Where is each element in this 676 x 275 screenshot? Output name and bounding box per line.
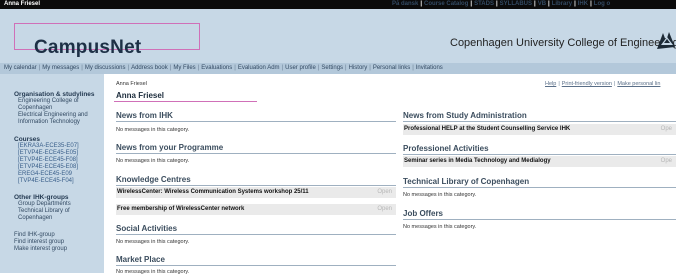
sidebar-course[interactable]: [ETVP4E-ECE45-E05]	[18, 150, 78, 157]
sidebar-org-title: Organisation & studylines	[14, 91, 95, 98]
top-link-logout[interactable]: Log o	[594, 1, 610, 7]
sidebar-course[interactable]: [TVP4E-ECE45-F04]	[18, 178, 74, 185]
section-title-study-admin: News from Study Administration	[403, 111, 527, 120]
sidebar-course[interactable]: EREG4-ECE45-E09	[18, 171, 72, 178]
main-content: Anna Friesel Anna Friesel Help | Print-fri…	[104, 74, 676, 275]
sidebar-org-link[interactable]: Information Technology	[18, 119, 80, 126]
nav-user-profile[interactable]: User profile	[285, 65, 316, 71]
section-divider	[116, 153, 396, 154]
sidebar-org-link[interactable]: Electrical Engineering and	[18, 112, 88, 119]
section-title-knowledge-centres: Knowledge Centres	[116, 175, 191, 184]
section-divider	[116, 234, 396, 235]
top-links: På dansk | Course Catalog | STADS | SYLLABUS | V…	[392, 0, 610, 9]
username: Anna Friesel	[4, 1, 41, 7]
empty-message: No messages in this category.	[116, 269, 190, 275]
top-link-ihk[interactable]: IHK	[578, 1, 588, 7]
section-divider	[116, 121, 396, 122]
empty-message: No messages in this category.	[116, 127, 190, 133]
item-title: WirelessCenter: Wireless Communication S…	[117, 189, 309, 195]
personal-nav: My calendar | My messages | My discussions | A…	[0, 63, 676, 74]
nav-settings[interactable]: Settings	[321, 65, 343, 71]
nav-my-files[interactable]: My Files	[173, 65, 195, 71]
empty-message: No messages in this category.	[403, 224, 477, 230]
empty-message: No messages in this category.	[116, 239, 190, 245]
item-title: Seminar series in Media Technology and M…	[404, 158, 551, 164]
list-item[interactable]: WirelessCenter: Wireless Communication S…	[116, 187, 396, 198]
sidebar-course[interactable]: [EKRA3A-ECE35-E07]	[18, 143, 79, 150]
nav-my-calendar[interactable]: My calendar	[4, 65, 37, 71]
top-bar: Anna Friesel På dansk | Course Catalog | STA…	[0, 0, 676, 9]
section-title-technical-library: Technical Library of Copenhagen	[403, 177, 530, 186]
item-status: Ope	[660, 158, 672, 164]
item-status: Ope	[660, 126, 672, 132]
nav-evaluation-adm[interactable]: Evaluation Adm	[238, 65, 280, 71]
item-title: Professional HELP at the Student Counsel…	[404, 126, 571, 132]
section-title-programme: News from your Programme	[116, 143, 224, 152]
nav-address-book[interactable]: Address book	[131, 65, 168, 71]
top-link-library[interactable]: Library	[552, 1, 572, 7]
sidebar-course[interactable]: [ETVP4E-ECE45-F08]	[18, 157, 78, 164]
empty-message: No messages in this category.	[403, 192, 477, 198]
sidebar-course[interactable]: [ETVP4E-ECE45-E08]	[18, 164, 78, 171]
item-title: Free membership of WirelessCenter networ…	[117, 206, 245, 212]
sidebar-groups-title: Other IHK-groups	[14, 194, 69, 201]
breadcrumb: Anna Friesel	[116, 81, 147, 87]
section-divider	[403, 187, 676, 188]
top-link-dansk[interactable]: På dansk	[392, 1, 418, 7]
section-title-market-place: Market Place	[116, 255, 165, 264]
help-link[interactable]: Help	[545, 81, 556, 87]
item-status: Open	[377, 189, 392, 195]
sidebar-org-link[interactable]: Engineering College of	[18, 98, 79, 105]
list-item[interactable]: Seminar series in Media Technology and M…	[403, 156, 676, 167]
section-divider	[403, 121, 676, 122]
nav-my-messages[interactable]: My messages	[42, 65, 79, 71]
list-item[interactable]: Free membership of WirelessCenter networ…	[116, 204, 396, 215]
utility-links: Help | Print-friendly version | Make persona…	[545, 81, 660, 87]
sidebar-courses-title: Courses	[14, 136, 41, 143]
campusnet-logo[interactable]: CampusNet	[34, 37, 141, 59]
find-ihk-group-link[interactable]: Find IHK-group	[14, 232, 55, 239]
sidebar-group-link[interactable]: Group Departments	[18, 201, 71, 208]
college-name: Copenhagen University College of Enginee…	[450, 37, 676, 49]
top-link-course-catalog[interactable]: Course Catalog	[424, 1, 468, 7]
list-item[interactable]: Professional HELP at the Student Counsel…	[403, 124, 676, 135]
sidebar: Organisation & studylines Engineering Co…	[0, 74, 104, 273]
section-divider	[116, 185, 396, 186]
nav-my-discussions[interactable]: My discussions	[85, 65, 126, 71]
top-link-stads[interactable]: STADS	[474, 1, 494, 7]
nav-evaluations[interactable]: Evaluations	[201, 65, 232, 71]
section-divider	[403, 219, 676, 220]
section-divider	[116, 265, 396, 266]
find-interest-group-link[interactable]: Find interest group	[14, 239, 64, 246]
nav-invitations[interactable]: Invitations	[416, 65, 443, 71]
sidebar-group-link[interactable]: Copenhagen	[18, 215, 52, 222]
sidebar-org-link[interactable]: Copenhagen	[18, 105, 52, 112]
section-title-social: Social Activities	[116, 224, 178, 233]
item-status: Open	[377, 206, 392, 212]
make-personal-link[interactable]: Make personal lin	[617, 81, 660, 87]
sidebar-group-link[interactable]: Technical Library of	[18, 208, 70, 215]
section-title-job-offers: Job Offers	[403, 209, 444, 218]
section-title-news-ihk: News from IHK	[116, 111, 173, 120]
section-title-professional-activities: Professionel Activities	[403, 144, 489, 153]
title-underline	[114, 101, 257, 102]
page-title: Anna Friesel	[116, 91, 165, 100]
empty-message: No messages in this category.	[116, 158, 190, 164]
college-emblem-icon	[657, 32, 675, 49]
section-divider	[403, 154, 676, 155]
make-interest-group-link[interactable]: Make interest group	[14, 246, 67, 253]
top-link-syllabus[interactable]: SYLLABUS	[500, 1, 532, 7]
print-friendly-link[interactable]: Print-friendly version	[562, 81, 612, 87]
nav-history[interactable]: History	[349, 65, 368, 71]
top-link-vb[interactable]: VB	[538, 1, 546, 7]
nav-personal-links[interactable]: Personal links	[373, 65, 410, 71]
